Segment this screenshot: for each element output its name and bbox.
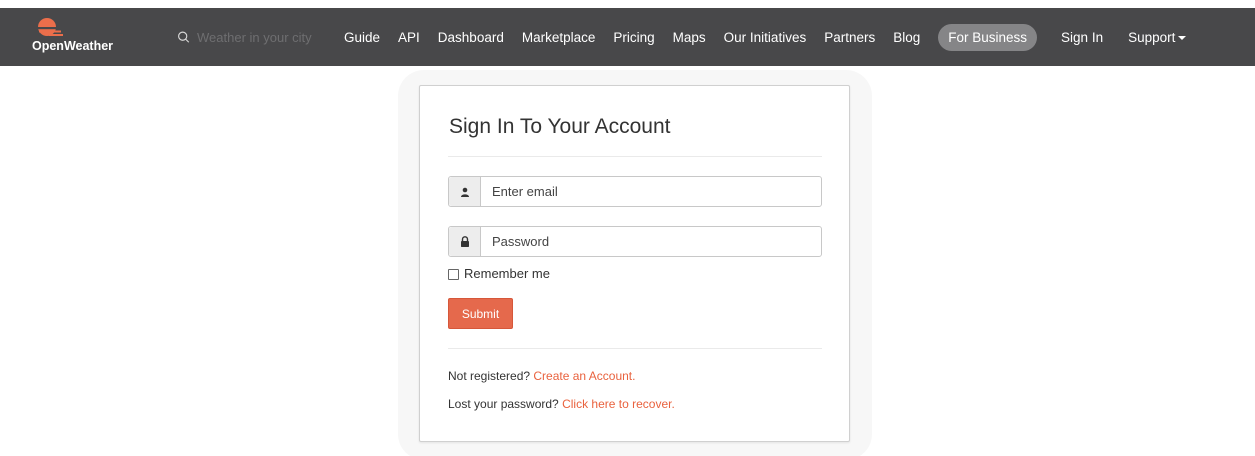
submit-button[interactable]: Submit bbox=[448, 298, 513, 329]
remember-me-label: Remember me bbox=[464, 266, 550, 281]
top-navbar: OpenWeather Guide API Dashboard Marketpl… bbox=[0, 8, 1255, 66]
lost-password-text: Lost your password? bbox=[448, 397, 559, 411]
email-addon bbox=[449, 177, 481, 206]
not-registered-text: Not registered? bbox=[448, 369, 531, 383]
password-input-group bbox=[448, 226, 822, 257]
nav-links: Guide API Dashboard Marketplace Pricing … bbox=[344, 8, 1204, 66]
nav-api[interactable]: API bbox=[398, 30, 420, 45]
password-field[interactable] bbox=[481, 227, 821, 256]
email-input-group bbox=[448, 176, 822, 207]
search-bar bbox=[177, 26, 327, 48]
nav-guide[interactable]: Guide bbox=[344, 30, 380, 45]
email-field[interactable] bbox=[481, 177, 821, 206]
recover-password-link[interactable]: Click here to recover. bbox=[562, 397, 675, 411]
nav-for-business-button[interactable]: For Business bbox=[938, 23, 1038, 51]
nav-pricing[interactable]: Pricing bbox=[613, 30, 654, 45]
footer-divider bbox=[448, 348, 822, 349]
signin-card: Sign In To Your Account Remember me Subm… bbox=[419, 85, 850, 442]
title-divider bbox=[448, 156, 822, 157]
city-search-input[interactable] bbox=[197, 29, 327, 45]
recover-line: Lost your password? Click here to recove… bbox=[448, 397, 675, 411]
nav-blog[interactable]: Blog bbox=[893, 30, 920, 45]
user-icon bbox=[460, 187, 469, 197]
caret-down-icon bbox=[1178, 35, 1187, 40]
nav-partners[interactable]: Partners bbox=[824, 30, 875, 45]
nav-support-label: Support bbox=[1128, 29, 1176, 45]
remember-me-checkbox[interactable] bbox=[448, 269, 459, 280]
password-addon bbox=[449, 227, 481, 256]
nav-marketplace[interactable]: Marketplace bbox=[522, 30, 596, 45]
brand-name: OpenWeather bbox=[32, 39, 114, 53]
create-account-link[interactable]: Create an Account. bbox=[533, 369, 635, 383]
remember-me[interactable]: Remember me bbox=[448, 266, 550, 281]
sun-cloud-logo-icon bbox=[38, 18, 63, 36]
register-line: Not registered? Create an Account. bbox=[448, 369, 635, 383]
nav-our-initiatives[interactable]: Our Initiatives bbox=[724, 30, 807, 45]
nav-support-dropdown[interactable]: Support bbox=[1128, 29, 1187, 45]
lock-icon bbox=[460, 236, 469, 247]
brand-logo[interactable]: OpenWeather bbox=[32, 16, 122, 58]
nav-dashboard[interactable]: Dashboard bbox=[438, 30, 504, 45]
nav-sign-in[interactable]: Sign In bbox=[1061, 30, 1103, 45]
nav-maps[interactable]: Maps bbox=[673, 30, 706, 45]
signin-title: Sign In To Your Account bbox=[449, 115, 671, 138]
search-icon[interactable] bbox=[177, 29, 190, 45]
